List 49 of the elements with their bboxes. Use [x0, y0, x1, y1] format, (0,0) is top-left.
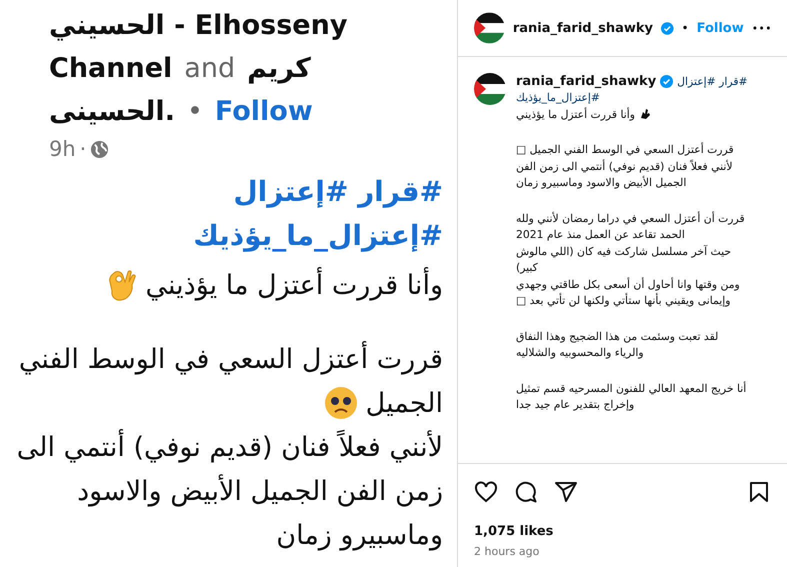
separator-text: and [184, 53, 236, 84]
caption-text: لأنني فعلاً فنان (قديم نوفي) أنتمي الى زمن الفن [516, 160, 732, 173]
comment-icon[interactable] [514, 480, 538, 504]
caption-text: قررت أن أعتزل السعي في دراما رمضان لأنني ولله [516, 212, 745, 225]
post-time: 2 hours ago [474, 545, 540, 558]
caption-text: أنا خريج المعهد العالي للفنون المسرحيه قسم تمثيل [516, 382, 746, 395]
share-icon[interactable] [554, 480, 578, 504]
caption-text: وأنا قررت أعتزل ما يؤذيني [516, 108, 635, 121]
avatar-flag-icon[interactable] [474, 73, 506, 105]
hashtag-text[interactable]: #إعتزال_ما_يؤذيك [193, 219, 443, 263]
hashtag-text[interactable]: #قرار #إعتزال [677, 74, 748, 88]
caption-text: لقد تعبت وسئمت من هذا الضجيج وهذا النفاق [516, 330, 718, 343]
caption-text: كبير) [516, 261, 538, 274]
ok-hand-icon [108, 269, 138, 301]
like-icon[interactable] [474, 480, 498, 504]
author-name: الحسيني - Elhosseny [49, 10, 348, 41]
avatar-flag-icon[interactable] [474, 12, 505, 44]
post-text: وماسبيرو زمان [276, 520, 443, 550]
caption-text: وإيمانى ويقيني بأنها ستأتي ولكنها لن تأتي بعد □ [516, 294, 730, 308]
bookmark-icon[interactable] [747, 480, 771, 504]
author-name: كريم [247, 53, 311, 84]
author-name: الحسينى. [49, 96, 175, 127]
author-name: Channel [49, 53, 172, 84]
caption-text: ومن وقتها وانا أحاول أن أسعى بكل طاقتي وجهدي [516, 278, 740, 291]
globe-icon [90, 140, 110, 158]
sad-emoji-icon [324, 386, 358, 420]
separator-text: • [682, 21, 689, 35]
separator-text: · [80, 137, 86, 161]
hashtag-text[interactable]: #إعتزال_ما_يؤذيك [516, 91, 600, 104]
caption-text: قررت أعتزل السعي في الوسط الفني الجميل □ [516, 143, 734, 156]
more-options-icon[interactable] [752, 25, 771, 31]
separator-text: • [186, 96, 203, 127]
caption-text: الحمد تقاعد عن العمل منذ عام 2021 [516, 228, 685, 242]
post-text: الجميل [366, 388, 443, 418]
caption-text: والرياء والمحسوبيه والشلاليه [516, 346, 644, 360]
hand-icon [638, 108, 651, 120]
post-time: 9h [49, 137, 76, 161]
post-text: لأنني فعلاً فنان (قديم نوفي) أنتمي الى [16, 432, 443, 462]
post-text: زمن الفن الجميل الأبيض والاسود [77, 476, 443, 506]
caption-text: وإخراج بتقدير عام جيد جدا [516, 398, 634, 412]
username[interactable]: rania_farid_shawky [512, 20, 653, 36]
username[interactable]: rania_farid_shawky [516, 74, 656, 89]
caption-text: حيث آخر مسلسل شاركت فيه كان (اللي مالوش [516, 244, 732, 258]
post-text: قررت أعتزل السعي في الوسط الفني [18, 344, 443, 374]
post-text: وأنا قررت أعتزل ما يؤذيني [146, 270, 443, 300]
follow-link[interactable]: Follow [214, 96, 313, 127]
hashtag-text[interactable]: #قرار #إعتزال [233, 175, 443, 219]
caption-text: الجميل الأبيض والاسود وماسبيرو زمان [516, 176, 686, 190]
likes-count[interactable]: 1,075 likes [474, 524, 771, 539]
